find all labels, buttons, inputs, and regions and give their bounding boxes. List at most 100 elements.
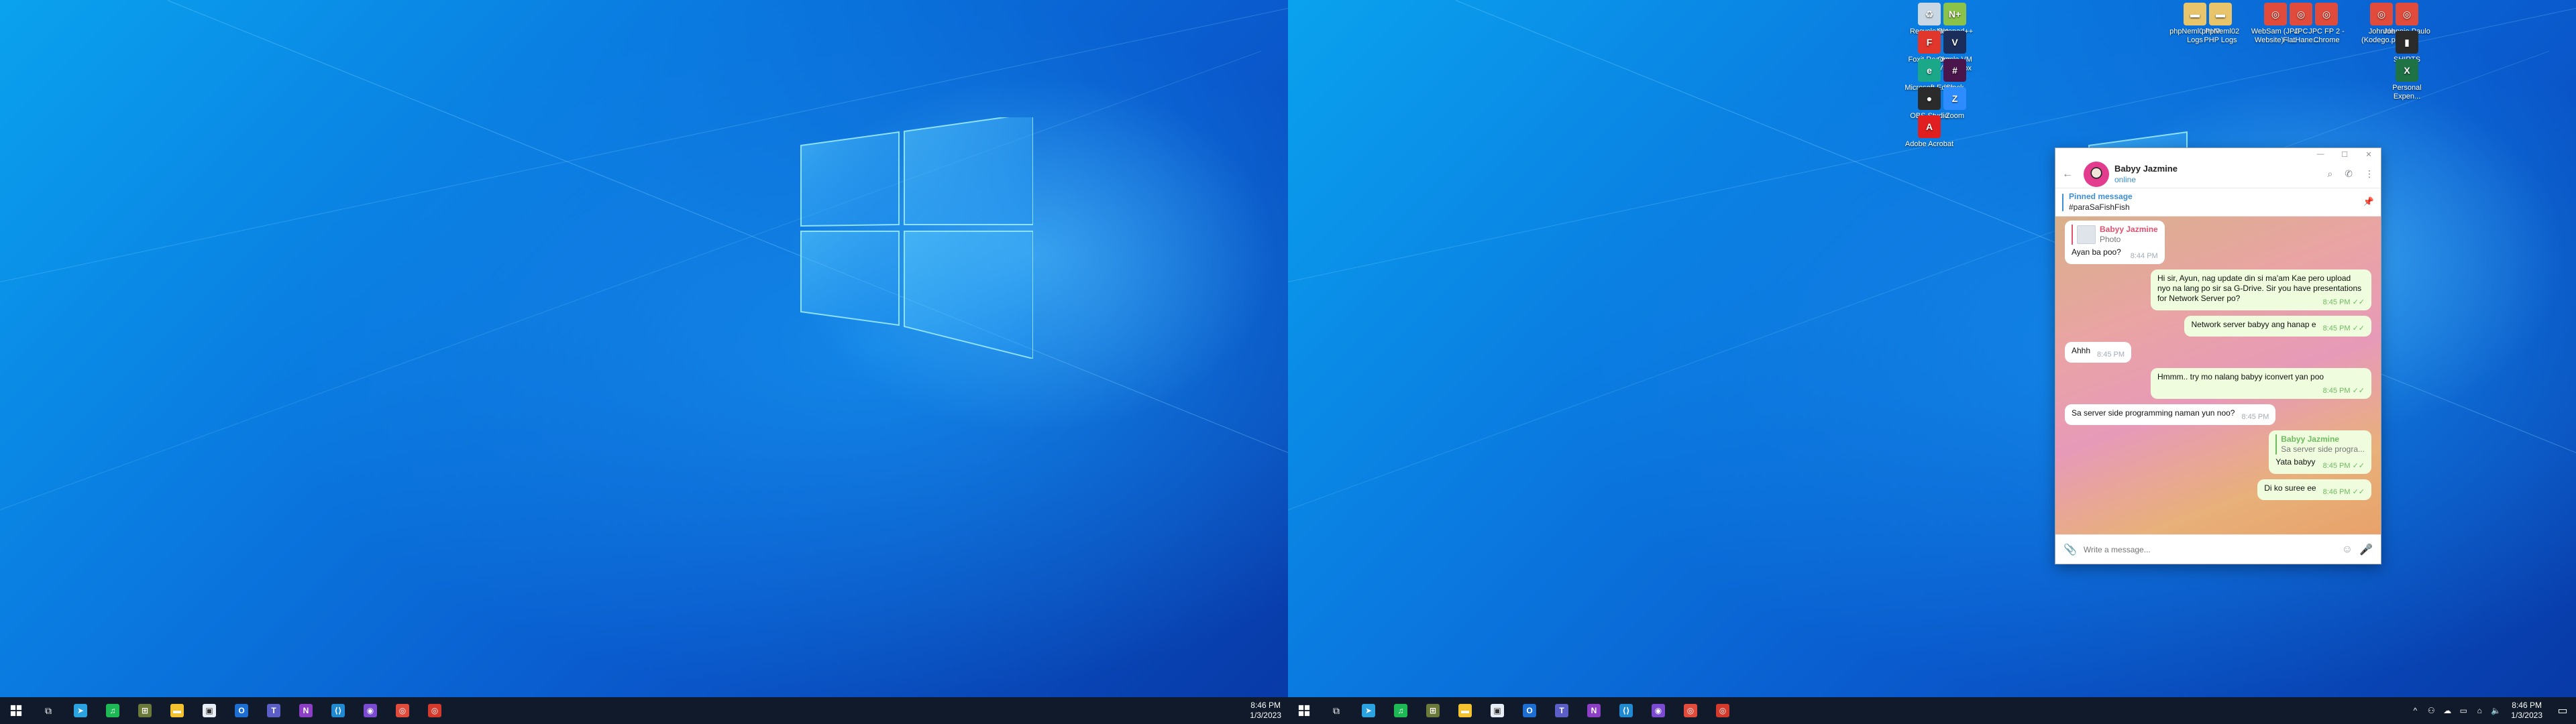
reply-quote[interactable]: Babyy Jazmine Sa server side progra... [2275,434,2365,455]
message-text: Sa server side programming naman yun noo… [2072,408,2235,418]
volume-icon[interactable]: 🔈 [2491,706,2501,715]
taskbar-app-spotify[interactable]: ♫ [1385,697,1417,724]
message-time-text: 8:45 PM [2322,298,2351,306]
search-icon[interactable]: ⌕ [2327,168,2332,180]
taskbar-app-telegram[interactable]: ➤ [64,697,97,724]
incoming-message[interactable]: Sa server side programming naman yun noo… [2065,404,2276,425]
chat-messages[interactable]: Babyy Jazmine Photo Ayan ba poo? 8:44 PM Hi … [2055,217,2381,534]
task-view-button[interactable]: ⧉ [1320,697,1352,724]
taskbar-app-store[interactable]: ▣ [1481,697,1513,724]
left-monitor: ⧉ ➤ ♫ ⊞ ▬ ▣ O T N ⟨⟩ ◉ ◎ ◎ 8:46 PM 1/3/2023 [0,0,1288,724]
chevron-up-icon[interactable]: ^ [2410,706,2420,715]
start-button[interactable] [0,697,32,724]
pin-icon[interactable]: 📌 [2363,196,2374,207]
back-button[interactable]: ← [2062,168,2078,180]
taskbar-clock[interactable]: 8:46 PM 1/3/2023 [1243,701,1288,721]
outgoing-message[interactable]: Di ko suree ee 8:46 PM ✓✓ [2257,479,2371,500]
taskbar-app-onenote[interactable]: N [290,697,322,724]
taskbar-app-calculator[interactable]: ⊞ [129,697,161,724]
system-tray: ^ ⚇ ☁ ▭ ⌂ 🔈 [2410,706,2501,715]
shirts-file-icon: ▮ [2396,31,2418,54]
taskbar-app-github-desktop[interactable]: ◉ [354,697,386,724]
calculator-icon: ⊞ [138,704,152,717]
telegram-icon: ➤ [1362,704,1375,717]
taskbar-app-onenote[interactable]: N [1578,697,1610,724]
desktop-icon-label: Adobe Acrobat [1904,140,1954,148]
taskbar: ⧉ ➤ ♫ ⊞ ▬ ▣ O T N ⟨⟩ ◉ ◎ ◎ 8:46 PM 1/3/2023 [0,697,1288,724]
outgoing-message[interactable]: Hi sir, Ayun, nag update din si ma'am Ka… [2150,269,2371,310]
taskbar-app-chrome[interactable]: ◎ [1674,697,1707,724]
contact-name: Babyy Jazmine [2114,164,2178,174]
pinned-message-bar[interactable]: Pinned message #paraSaFishFish 📌 [2055,188,2381,217]
outgoing-message[interactable]: Hmmm.. try mo nalang babyy iconvert yan … [2150,368,2371,399]
message-input[interactable] [2083,544,2335,554]
taskbar-app-teams[interactable]: T [258,697,290,724]
store-icon: ▣ [203,704,216,717]
notification-center-button[interactable]: ▭ [2549,697,2576,724]
taskbar-app-vscode[interactable]: ⟨⟩ [322,697,354,724]
onenote-icon: N [1587,704,1601,717]
network-icon[interactable]: ⌂ [2475,706,2484,715]
message-composer: 📎 ☺ 🎤 [2055,534,2381,564]
task-view-icon: ⧉ [45,705,52,716]
desktop-icon[interactable]: ▬ phpNeml02 PHP Logs [2195,3,2246,45]
taskbar-app-teams[interactable]: T [1546,697,1578,724]
message-time: 8:45 PM ✓✓ [2323,461,2365,471]
message-time-text: 8:45 PM [2322,462,2351,470]
close-button[interactable]: ✕ [2357,148,2381,160]
acrobat-icon: A [1918,115,1941,138]
emoji-icon[interactable]: ☺ [2342,544,2353,556]
taskbar-app-telegram[interactable]: ➤ [1352,697,1385,724]
message-time: 8:45 PM [2097,350,2125,360]
taskbar-app-chrome-user[interactable]: ◎ [1707,697,1739,724]
microphone-icon[interactable]: 🎤 [2359,543,2373,556]
desktop-icon[interactable]: ◎ JPC FP 2 - Chrome [2301,3,2352,45]
slack-icon: # [1943,59,1966,82]
start-button[interactable] [1288,697,1320,724]
more-vertical-icon[interactable]: ⋮ [2365,168,2374,180]
reply-author: Babyy Jazmine [2281,434,2339,444]
taskbar-app-file-explorer[interactable]: ▬ [161,697,193,724]
chrome-shortcut-icon-3: ◎ [2315,3,2338,25]
task-view-icon: ⧉ [1333,705,1340,716]
taskbar-app-chrome-user[interactable]: ◎ [419,697,451,724]
avatar[interactable] [2084,161,2109,187]
clock-time: 8:46 PM [1250,701,1281,710]
taskbar-app-store[interactable]: ▣ [193,697,225,724]
pinned-label: Pinned message [2069,192,2133,201]
desktop-icon[interactable]: A Adobe Acrobat [1904,115,1955,149]
chrome-icon: ◎ [1684,704,1697,717]
people-icon[interactable]: ⚇ [2426,706,2436,715]
taskbar-clock[interactable]: 8:46 PM 1/3/2023 [2504,701,2549,721]
taskbar-app-vscode[interactable]: ⟨⟩ [1610,697,1642,724]
maximize-button[interactable]: ☐ [2332,148,2357,160]
outgoing-message[interactable]: Babyy Jazmine Sa server side progra... Yat… [2269,430,2371,474]
read-checkmarks-icon: ✓✓ [2352,488,2365,496]
taskbar-app-chrome[interactable]: ◎ [386,697,419,724]
task-view-button[interactable]: ⧉ [32,697,64,724]
github-desktop-icon: ◉ [1652,704,1665,717]
incoming-message[interactable]: Ahhh 8:45 PM [2065,342,2131,363]
reply-quote[interactable]: Babyy Jazmine Photo [2072,225,2158,245]
desktop-icon[interactable]: X Personal Expen... [2381,59,2432,101]
message-text: Hmmm.. try mo nalang babyy iconvert yan … [2157,372,2324,381]
teams-icon: T [1555,704,1568,717]
phone-icon[interactable]: ✆ [2345,168,2353,180]
taskbar-app-calculator[interactable]: ⊞ [1417,697,1449,724]
taskbar-app-spotify[interactable]: ♫ [97,697,129,724]
taskbar-app-file-explorer[interactable]: ▬ [1449,697,1481,724]
chat-peer-info[interactable]: Babyy Jazmine online [2114,164,2178,184]
vscode-icon: ⟨⟩ [331,704,345,717]
taskbar-app-outlook[interactable]: O [225,697,258,724]
right-monitor: ♻Recycle BinN+Notepad++FFoxit ReaderVOra… [1288,0,2576,724]
battery-icon[interactable]: ▭ [2459,706,2468,715]
taskbar-app-github-desktop[interactable]: ◉ [1642,697,1674,724]
minimize-button[interactable]: — [2308,148,2332,160]
incoming-message[interactable]: Babyy Jazmine Photo Ayan ba poo? 8:44 PM [2065,221,2165,264]
onedrive-icon[interactable]: ☁ [2443,706,2452,715]
clock-date: 1/3/2023 [1250,711,1281,720]
read-checkmarks-icon: ✓✓ [2352,324,2365,333]
attach-icon[interactable]: 📎 [2063,543,2077,556]
outgoing-message[interactable]: Network server babyy ang hanap e 8:45 PM ✓… [2184,316,2371,337]
taskbar-app-outlook[interactable]: O [1513,697,1546,724]
